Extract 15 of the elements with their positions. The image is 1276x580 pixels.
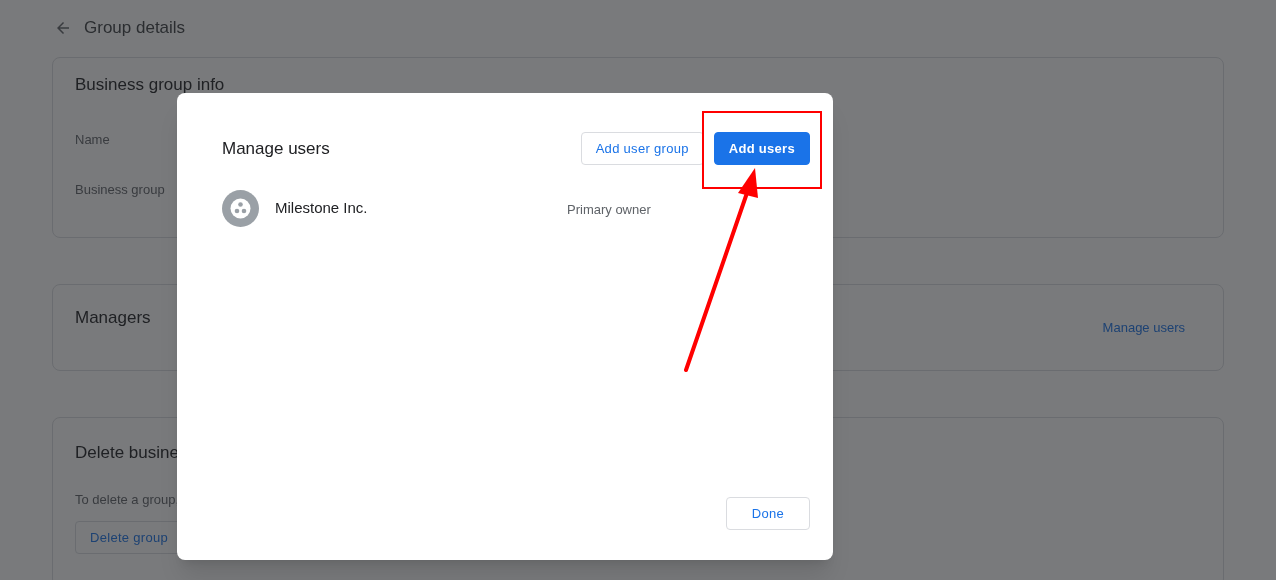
avatar-icon (222, 190, 259, 227)
manage-users-link[interactable]: Manage users (1102, 317, 1185, 338)
field-label: Name (75, 131, 110, 149)
card-title: Business group info (75, 75, 226, 95)
field-label: Business group (75, 180, 165, 199)
page-title: Group details (84, 16, 186, 39)
card-title: Delete busine (75, 442, 180, 464)
add-users-button[interactable]: Add users (713, 132, 810, 165)
user-role: Primary owner (567, 201, 651, 220)
description-text: To delete a group, (75, 490, 181, 509)
user-name: Milestone Inc. (275, 198, 369, 219)
add-user-group-button[interactable]: Add user group (580, 132, 704, 165)
card-title: Managers (75, 306, 151, 329)
dialog-title: Manage users (222, 137, 330, 160)
done-button[interactable]: Done (725, 497, 810, 530)
